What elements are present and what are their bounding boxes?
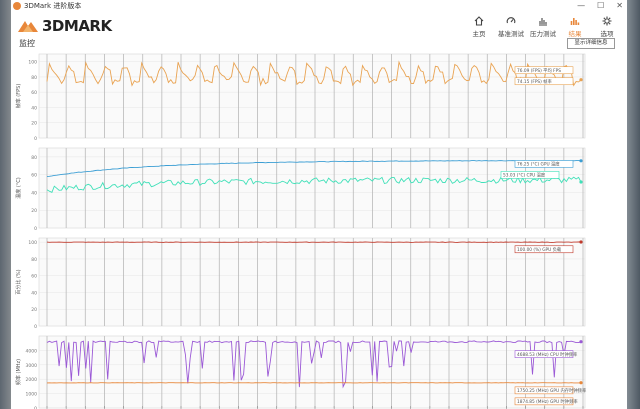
y-axis-label: 百分比 (%) <box>15 269 22 294</box>
title-bar: 3DMark 进阶版本 — ☐ ✕ <box>11 0 627 12</box>
y-tick-label: 100 <box>28 60 37 66</box>
value-callout-text: 74.15 (FPS) 帧率 <box>517 78 552 85</box>
nav-benchmarks-label: 基准测试 <box>498 30 524 38</box>
series-end-marker <box>579 381 583 385</box>
value-callout-text: 100.00 (%) GPU 负载 <box>517 246 562 253</box>
nav-stress-tests[interactable]: 压力测试 <box>527 14 559 38</box>
monitoring-charts: 0 20 40 60 80 100 帧率 (FPS) 76.09 (FPS) 平均 FPS 74… <box>11 50 627 409</box>
series-end-marker <box>579 159 583 163</box>
value-callout-text: 76.25 (°C) GPU 温度 <box>517 161 560 168</box>
chart-frame <box>38 53 586 139</box>
nav-options[interactable]: 选项 <box>591 14 623 38</box>
monitoring-chart-svg: 0 20 40 60 80 100 帧率 (FPS) 76.09 (FPS) 平均 FPS 74… <box>15 53 587 409</box>
value-callout-text: 4688.53 (MHz) CPU 时钟频率 <box>517 351 578 358</box>
y-tick-label: 100 <box>28 240 37 246</box>
window-title: 3DMark 进阶版本 <box>24 2 82 10</box>
y-tick-label: 80 <box>31 257 37 263</box>
y-axis-label: 频率 (MHz) <box>15 359 22 385</box>
y-axis-label: 温度 (°C) <box>15 177 22 199</box>
y-tick-label: 80 <box>31 75 37 81</box>
series-end-marker <box>579 78 583 82</box>
app-logo-icon <box>13 2 21 10</box>
brand-name: 3DMARK <box>42 17 112 35</box>
chart-frame <box>38 237 586 327</box>
value-callout-text: 1750.25 (MHz) GPU 内存时钟频率 <box>517 387 587 394</box>
y-tick-label: 20 <box>31 121 37 127</box>
y-axis-label: 帧率 (FPS) <box>15 84 22 109</box>
y-tick-label: 60 <box>31 90 37 96</box>
home-icon <box>474 16 484 26</box>
series-end-marker <box>579 340 583 344</box>
y-tick-label: 2000 <box>26 377 38 383</box>
nav-home[interactable]: 主页 <box>463 14 495 38</box>
maximize-button[interactable]: ☐ <box>597 0 604 12</box>
stress-icon <box>539 18 547 26</box>
main-nav: 主页 基准测试 压力测试 结果 选项 <box>463 14 623 38</box>
chart-frame <box>38 147 586 229</box>
gauge-icon <box>506 17 516 24</box>
nav-benchmarks[interactable]: 基准测试 <box>495 14 527 38</box>
app-window: 3DMark 进阶版本 — ☐ ✕ 3DMARK 主页 基准测试 压力测试 结果… <box>11 0 627 409</box>
series-end-marker <box>579 180 583 184</box>
chart-panel-2: 0 20 40 60 80 100 百分比 (%) 100.00 (%) GPU 负载 <box>15 237 586 330</box>
close-button[interactable]: ✕ <box>616 0 623 12</box>
y-tick-label: 0 <box>34 226 37 232</box>
nav-stress-label: 压力测试 <box>530 30 556 38</box>
value-callout-text: 53.03 (°C) CPU 温度 <box>503 172 546 179</box>
minimize-button[interactable]: — <box>577 0 585 12</box>
window-controls: — ☐ ✕ <box>577 0 623 12</box>
chart-panel-1: 0 20 40 60 80 温度 (°C) 76.25 (°C) GPU 温度 53.03 (… <box>15 147 586 232</box>
y-tick-label: 20 <box>31 307 37 313</box>
y-tick-label: 20 <box>31 208 37 214</box>
gear-icon <box>602 16 612 26</box>
y-tick-label: 4000 <box>26 348 38 354</box>
app-header: 3DMARK 主页 基准测试 压力测试 结果 选项 <box>11 12 627 42</box>
panel-title: 监控 <box>19 39 35 48</box>
y-tick-label: 40 <box>31 290 37 296</box>
y-tick-label: 60 <box>31 274 37 280</box>
y-tick-label: 3000 <box>26 363 38 369</box>
chart-panel-0: 0 20 40 60 80 100 帧率 (FPS) 76.09 (FPS) 平均 FPS 74… <box>15 53 586 142</box>
chart-frame <box>38 335 586 409</box>
brand-logo: 3DMARK <box>17 16 112 36</box>
bar-chart-icon <box>570 18 580 25</box>
y-tick-label: 40 <box>31 105 37 111</box>
show-details-button[interactable]: 显示详细信息 <box>567 38 615 49</box>
nav-home-label: 主页 <box>472 30 486 38</box>
y-tick-label: 60 <box>31 173 37 179</box>
y-tick-label: 80 <box>31 155 37 161</box>
value-callout-text: 1874.85 (MHz) GPU 时钟频率 <box>517 398 578 405</box>
y-tick-label: 1000 <box>26 392 38 398</box>
nav-results[interactable]: 结果 <box>559 14 591 38</box>
series-end-marker <box>579 240 583 244</box>
y-tick-label: 0 <box>34 136 37 142</box>
y-tick-label: 0 <box>34 324 37 330</box>
nav-results-label: 结果 <box>568 30 582 38</box>
y-tick-label: 40 <box>31 190 37 196</box>
value-callout-text: 76.09 (FPS) 平均 FPS <box>517 67 561 74</box>
chart-panel-3: 01000200030004000频率 (MHz)4688.53 (MHz) C… <box>15 335 587 409</box>
nav-options-label: 选项 <box>600 30 614 38</box>
3dmark-flame-icon <box>18 21 38 32</box>
